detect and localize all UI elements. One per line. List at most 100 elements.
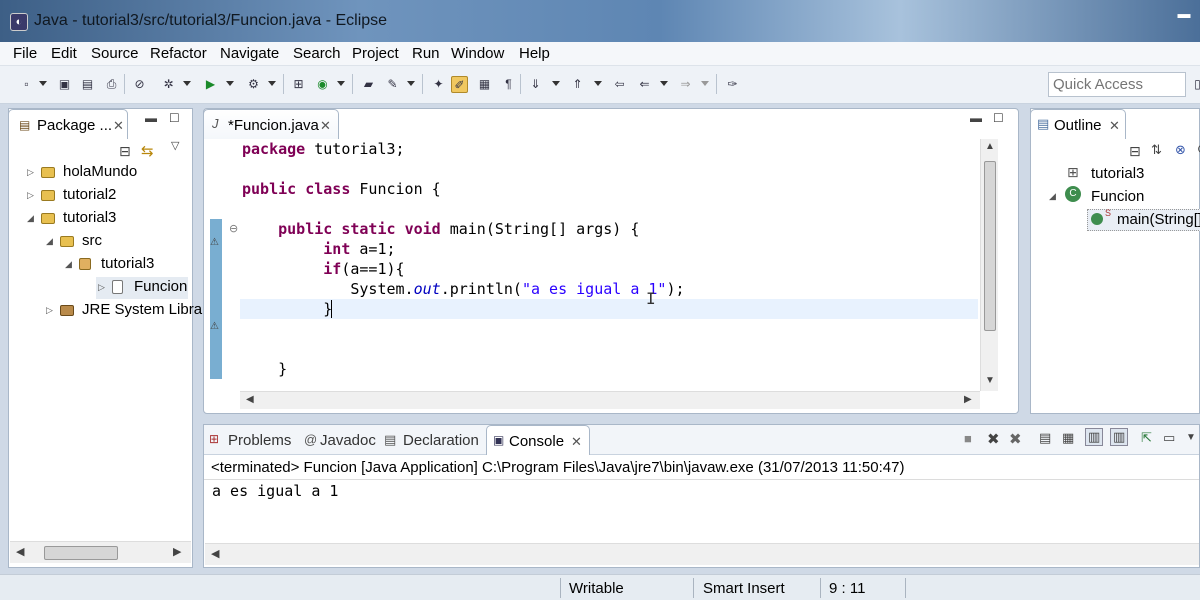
debug-icon[interactable]: ✲ — [160, 76, 177, 93]
new-icon[interactable]: ▫ — [18, 76, 35, 93]
block-selection-icon[interactable]: ▦ — [476, 76, 493, 93]
menu-refactor[interactable]: Refactor — [150, 45, 207, 62]
menu-search[interactable]: Search — [293, 45, 341, 62]
scrollbar-thumb[interactable] — [44, 546, 118, 560]
outline-item-method[interactable]: main(String[] — [1117, 211, 1200, 228]
show-console-stderr-icon[interactable]: ▥ — [1110, 428, 1129, 446]
external-tools-dropdown-icon[interactable] — [268, 81, 276, 86]
back-dropdown-icon[interactable] — [660, 81, 668, 86]
remove-launch-icon[interactable]: ✖ — [987, 430, 1000, 448]
close-icon[interactable]: ✕ — [113, 118, 124, 134]
open-type-icon[interactable]: ▰ — [360, 76, 377, 93]
tab-package-explorer[interactable]: ▤ Package ... ✕ — [8, 109, 128, 139]
horizontal-scrollbar[interactable]: ◀ — [205, 543, 1199, 565]
vertical-scrollbar[interactable]: ▲ ▼ — [980, 139, 998, 391]
view-menu-icon[interactable]: ▽ — [171, 139, 179, 152]
run-dropdown-icon[interactable] — [226, 81, 234, 86]
perspective-icon[interactable]: ▯ — [1189, 76, 1200, 93]
previous-annotation-dropdown-icon[interactable] — [594, 81, 602, 86]
expanded-arrow-icon[interactable]: ◢ — [65, 259, 72, 270]
show-whitespace-icon[interactable]: ¶ — [500, 76, 517, 93]
scroll-left-icon[interactable]: ◀ — [246, 394, 254, 405]
tab-javadoc[interactable]: Javadoc — [320, 432, 376, 449]
forward-dropdown-icon[interactable] — [701, 81, 709, 86]
tab-funcion-java[interactable]: J *Funcion.java ✕ — [203, 109, 339, 139]
new-class-dropdown-icon[interactable] — [337, 81, 345, 86]
menu-source[interactable]: Source — [91, 45, 139, 62]
next-annotation-dropdown-icon[interactable] — [552, 81, 560, 86]
menu-window[interactable]: Window — [451, 45, 504, 62]
skip-breakpoints-icon[interactable]: ⊘ — [131, 76, 148, 93]
close-icon[interactable]: ✕ — [571, 434, 582, 450]
terminate-icon[interactable]: ■ — [964, 431, 972, 446]
status-insert-mode[interactable]: Smart Insert — [703, 580, 785, 597]
tab-console[interactable]: ▣ Console ✕ — [486, 425, 590, 455]
run-icon[interactable]: ▶ — [202, 76, 219, 93]
scroll-left-icon[interactable]: ◀ — [16, 545, 24, 558]
collapse-all-icon[interactable]: ⊟ — [119, 143, 131, 160]
collapsed-arrow-icon[interactable]: ▷ — [46, 305, 53, 316]
maximize-icon[interactable]: ☐ — [169, 111, 180, 125]
display-selected-console-icon[interactable]: ▭ — [1163, 430, 1175, 446]
display-selected-console-dropdown-icon[interactable]: ▼ — [1186, 432, 1196, 443]
save-icon[interactable]: ▣ — [56, 76, 73, 93]
previous-annotation-icon[interactable]: ⇑ — [569, 76, 586, 93]
warning-marker-icon[interactable]: ⚠ — [210, 321, 219, 332]
print-icon[interactable]: ⎙ — [103, 76, 120, 93]
last-edit-location-icon[interactable]: ⇦ — [611, 76, 628, 93]
menu-file[interactable]: File — [13, 45, 37, 62]
expanded-arrow-icon[interactable]: ◢ — [27, 213, 34, 224]
new-java-package-icon[interactable]: ⊞ — [290, 76, 307, 93]
scroll-up-icon[interactable]: ▲ — [985, 141, 995, 152]
search-icon[interactable]: ✎ — [384, 76, 401, 93]
close-icon[interactable]: ✕ — [1109, 118, 1120, 134]
forward-icon[interactable]: ⇒ — [677, 76, 694, 93]
hide-fields-icon[interactable]: ⊗ — [1175, 142, 1186, 158]
quick-access-input[interactable] — [1048, 72, 1186, 97]
save-all-icon[interactable]: ▤ — [79, 76, 96, 93]
tab-outline[interactable]: ▤ Outline ✕ — [1030, 109, 1126, 139]
collapsed-arrow-icon[interactable]: ▷ — [27, 190, 34, 201]
new-java-class-icon[interactable]: ◉ — [314, 76, 331, 93]
pin-editor-icon[interactable]: ✑ — [724, 76, 741, 93]
scrollbar-thumb[interactable] — [984, 161, 996, 331]
external-tools-icon[interactable]: ⚙ — [245, 76, 262, 93]
menu-project[interactable]: Project — [352, 45, 399, 62]
expanded-arrow-icon[interactable]: ◢ — [46, 236, 53, 247]
scroll-down-icon[interactable]: ▼ — [985, 375, 995, 386]
collapsed-arrow-icon[interactable]: ▷ — [98, 282, 105, 293]
tab-declaration[interactable]: Declaration — [403, 432, 479, 449]
menu-navigate[interactable]: Navigate — [220, 45, 279, 62]
close-icon[interactable]: ✕ — [320, 118, 331, 134]
horizontal-scrollbar[interactable]: ◀ ▶ — [10, 541, 191, 563]
mark-occurrences-icon[interactable]: ✐ — [451, 76, 468, 93]
horizontal-scrollbar[interactable]: ◀ ▶ — [240, 391, 980, 409]
outline-item-package[interactable]: tutorial3 — [1091, 165, 1144, 182]
console-output[interactable]: a es igual a 1 — [212, 482, 338, 500]
maximize-icon[interactable]: ☐ — [993, 111, 1004, 125]
debug-dropdown-icon[interactable] — [183, 81, 191, 86]
scroll-lock-icon[interactable]: ▦ — [1062, 430, 1074, 446]
tab-problems[interactable]: Problems — [228, 432, 291, 449]
expanded-arrow-icon[interactable]: ◢ — [1049, 191, 1056, 202]
collapsed-arrow-icon[interactable]: ▷ — [27, 167, 34, 178]
scroll-right-icon[interactable]: ▶ — [964, 394, 972, 405]
warning-marker-icon[interactable]: ⚠ — [210, 237, 219, 248]
code-editor[interactable]: package tutorial3; public class Funcion {… — [240, 139, 978, 391]
search-dropdown-icon[interactable] — [407, 81, 415, 86]
back-icon[interactable]: ⇐ — [636, 76, 653, 93]
fold-icon[interactable]: ⊖ — [229, 222, 238, 235]
scroll-right-icon[interactable]: ▶ — [173, 545, 181, 558]
outline-item-class[interactable]: Funcion — [1091, 188, 1144, 205]
show-console-stdout-icon[interactable]: ▥ — [1085, 428, 1104, 446]
new-dropdown-icon[interactable] — [39, 81, 47, 86]
link-with-editor-icon[interactable]: ⇆ — [141, 142, 154, 160]
next-annotation-icon[interactable]: ⇓ — [527, 76, 544, 93]
tree-item[interactable]: ▷ Funcion.ja — [96, 277, 188, 299]
minimize-window-button[interactable]: ▬ — [1172, 6, 1196, 24]
pin-console-icon[interactable]: ⇱ — [1141, 430, 1152, 446]
menu-help[interactable]: Help — [519, 45, 550, 62]
remove-all-launches-icon[interactable]: ✖ — [1009, 430, 1022, 448]
minimize-icon[interactable]: ▬ — [145, 111, 157, 125]
menu-run[interactable]: Run — [412, 45, 440, 62]
